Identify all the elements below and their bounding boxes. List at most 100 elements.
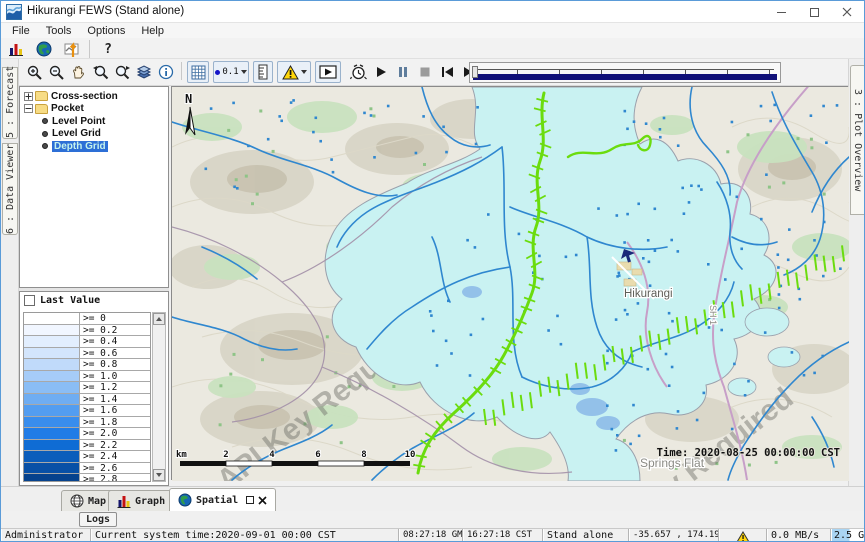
- node-bullet-icon: [42, 131, 48, 137]
- legend-swatch: [24, 348, 80, 359]
- step-back-icon: [441, 66, 454, 78]
- menu-options[interactable]: Options: [80, 25, 132, 37]
- tree-item-cross-section[interactable]: Cross-section: [22, 90, 168, 103]
- status-gmt-time: 08:27:18 GMT: [399, 529, 463, 542]
- tab-map[interactable]: Map: [61, 490, 115, 511]
- grid-display-button[interactable]: [187, 61, 209, 83]
- expand-icon[interactable]: [24, 92, 33, 101]
- timeseries-display-icon: [64, 41, 80, 57]
- legend-swatch: [24, 325, 80, 336]
- left-tab-strip: 5 : Forecast 6 : Data Viewer: [1, 59, 19, 486]
- status-warning-cell[interactable]: [719, 529, 767, 542]
- tree-item-label: Depth Grid: [52, 141, 108, 152]
- status-system-time: Current system time:2020-09-01 00:00 CST: [91, 529, 399, 542]
- play-button[interactable]: [371, 61, 391, 83]
- interval-dropdown[interactable]: 0.1: [213, 61, 249, 83]
- road-label: SH 1: [708, 305, 718, 325]
- logs-row: Logs: [1, 511, 864, 528]
- time-slider-thumb[interactable]: [472, 66, 478, 78]
- maximize-button[interactable]: [797, 1, 831, 23]
- zoom-next-button[interactable]: [111, 61, 133, 83]
- right-tab-strip: 3 : Plot Overview: [848, 59, 865, 486]
- last-value-checkbox[interactable]: [24, 295, 35, 306]
- legend-value-label: >= 1.4: [80, 394, 150, 405]
- legend-value-label: >= 1.0: [80, 371, 150, 382]
- step-back-button[interactable]: [437, 61, 457, 83]
- zoom-in-icon: [26, 64, 43, 81]
- scale-tick: 10: [405, 450, 416, 460]
- info-button[interactable]: [155, 61, 177, 83]
- logs-button[interactable]: Logs: [79, 512, 117, 527]
- tree-item-depth-grid[interactable]: Depth Grid: [22, 140, 168, 153]
- arrow-up-icon: [156, 317, 162, 321]
- spatial-map[interactable]: API Key Required API Key Required: [171, 86, 848, 480]
- layers-button[interactable]: [133, 61, 155, 83]
- time-slider[interactable]: [469, 62, 781, 83]
- legend-value-label: >= 2.6: [80, 463, 150, 474]
- zoom-in-button[interactable]: [23, 61, 45, 83]
- close-icon: [842, 7, 852, 17]
- legend-swatch: [24, 451, 80, 462]
- scroll-down-button[interactable]: [153, 469, 165, 481]
- last-value-label: Last Value: [40, 295, 100, 306]
- pause-button[interactable]: [393, 61, 413, 83]
- timeseries-display-button[interactable]: [61, 38, 83, 60]
- close-tab-icon[interactable]: [258, 496, 267, 505]
- maximize-tab-icon[interactable]: [246, 496, 254, 504]
- warning-triangle-icon: [736, 531, 750, 542]
- warnings-dropdown-button[interactable]: [277, 61, 311, 83]
- stop-icon: [419, 66, 431, 78]
- status-user: Administrator: [1, 529, 91, 542]
- tree-item-pocket[interactable]: Pocket: [22, 103, 168, 116]
- status-bar: Administrator Current system time:2020-0…: [1, 528, 864, 542]
- close-button[interactable]: [830, 1, 864, 23]
- stop-button[interactable]: [415, 61, 435, 83]
- legend-swatch: [24, 463, 80, 474]
- vertical-profile-button[interactable]: [253, 61, 273, 83]
- legend-row: >= 0.2: [24, 325, 150, 337]
- tab-forecast[interactable]: 5 : Forecast: [2, 67, 18, 139]
- tab-spatial[interactable]: Spatial: [169, 488, 276, 511]
- collapse-icon[interactable]: [24, 104, 33, 113]
- legend-row: >= 0.4: [24, 336, 150, 348]
- tab-plot-overview[interactable]: 3 : Plot Overview: [850, 65, 865, 215]
- minimize-button[interactable]: [764, 1, 798, 23]
- legend-row: >= 2.2: [24, 440, 150, 452]
- tab-label: Graph: [135, 496, 165, 507]
- legend-scrollbar[interactable]: [152, 312, 166, 482]
- node-bullet-icon: [42, 118, 48, 124]
- animation-settings-icon: [350, 64, 367, 81]
- scale-tick: 2: [223, 450, 228, 460]
- zoom-out-button[interactable]: [45, 61, 67, 83]
- legend-list: >= 0 >= 0.2 >= 0.4 >= 0.6 >= 0.8 >= 1.0 …: [23, 312, 151, 482]
- tree-item-level-point[interactable]: Level Point: [22, 115, 168, 128]
- help-button[interactable]: ?: [97, 38, 119, 60]
- tab-graph[interactable]: Graph: [108, 490, 174, 511]
- globe-icon: [178, 493, 192, 507]
- pan-button[interactable]: [67, 61, 89, 83]
- status-memory: 2.5 GB: [831, 529, 865, 542]
- animation-settings-button[interactable]: [347, 61, 369, 83]
- time-slider-range-bar: [473, 74, 777, 80]
- map-display-button[interactable]: [33, 38, 55, 60]
- tree-item-level-grid[interactable]: Level Grid: [22, 128, 168, 141]
- legend-value-label: >= 2.8: [80, 474, 150, 482]
- zoom-previous-button[interactable]: [89, 61, 111, 83]
- animation-panel-button[interactable]: [315, 61, 341, 83]
- scroll-up-button[interactable]: [153, 313, 165, 325]
- menu-help[interactable]: Help: [134, 25, 171, 37]
- grid-display-icon: [191, 65, 206, 80]
- legend-swatch: [24, 405, 80, 416]
- arrow-down-icon: [156, 473, 162, 477]
- database-display-button[interactable]: [5, 38, 27, 60]
- tree-item-label: Level Point: [52, 116, 105, 127]
- tab-data-viewer[interactable]: 6 : Data Viewer: [2, 143, 18, 235]
- menu-tools[interactable]: Tools: [39, 25, 79, 37]
- layers-icon: [136, 64, 152, 80]
- map-canvas: API Key Required API Key Required: [172, 87, 849, 481]
- legend-swatch: [24, 417, 80, 428]
- legend-swatch: [24, 371, 80, 382]
- legend-value-label: >= 1.2: [80, 382, 150, 393]
- menu-file[interactable]: File: [5, 25, 37, 37]
- application-window: Hikurangi FEWS (Stand alone) File Tools …: [0, 0, 865, 542]
